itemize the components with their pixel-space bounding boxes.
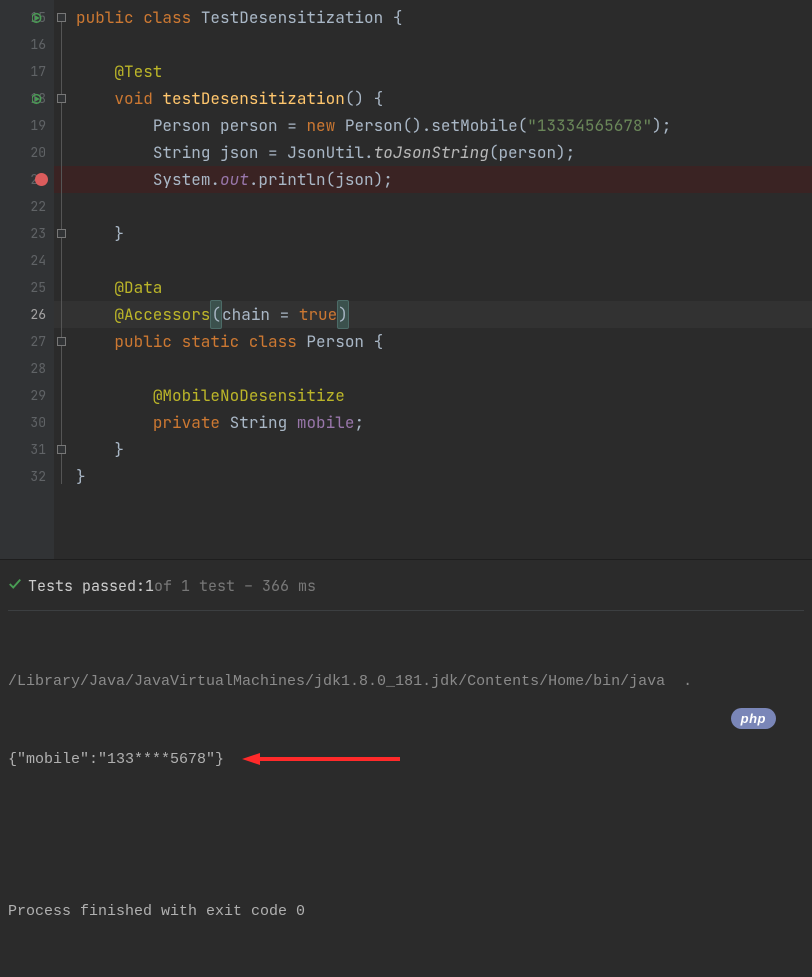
- line-number: 32: [30, 468, 46, 485]
- line-number: 27: [30, 333, 46, 350]
- fold-toggle-icon[interactable]: [57, 229, 66, 238]
- code-line[interactable]: [54, 355, 812, 382]
- code-line[interactable]: }: [54, 463, 812, 490]
- fold-toggle-icon[interactable]: [57, 337, 66, 346]
- line-number: 24: [30, 252, 46, 269]
- line-number: 20: [30, 144, 46, 161]
- code-line[interactable]: Person person = new Person().setMobile("…: [54, 112, 812, 139]
- code-line[interactable]: public static class Person {: [54, 328, 812, 355]
- code-line[interactable]: @Test: [54, 58, 812, 85]
- breakpoint-icon[interactable]: [35, 173, 48, 186]
- code-line[interactable]: }: [54, 220, 812, 247]
- code-line[interactable]: private String mobile;: [54, 409, 812, 436]
- code-line[interactable]: @MobileNoDesensitize: [54, 382, 812, 409]
- code-line[interactable]: public class TestDesensitization {: [54, 4, 812, 31]
- gutter: 15 16 17 18 19 20 21 22 23 24 25 26 27 2…: [0, 0, 54, 559]
- line-number: 25: [30, 279, 46, 296]
- run-gutter-icon[interactable]: [32, 10, 46, 24]
- code-line[interactable]: String json = JsonUtil.toJsonString(pers…: [54, 139, 812, 166]
- line-number: 31: [30, 441, 46, 458]
- line-number: 22: [30, 198, 46, 215]
- code-area[interactable]: public class TestDesensitization { @Test…: [54, 0, 812, 559]
- console-output[interactable]: /Library/Java/JavaVirtualMachines/jdk1.8…: [8, 611, 804, 977]
- run-gutter-icon[interactable]: [32, 91, 46, 105]
- code-line[interactable]: [54, 31, 812, 58]
- line-number: 29: [30, 387, 46, 404]
- code-line-caret[interactable]: @Accessors(chain = true): [54, 301, 812, 328]
- code-line[interactable]: }: [54, 436, 812, 463]
- check-icon: [8, 576, 22, 596]
- code-line-breakpoint[interactable]: System.out.println(json);: [54, 166, 812, 193]
- code-line[interactable]: [54, 247, 812, 274]
- fold-toggle-icon[interactable]: [57, 445, 66, 454]
- code-line[interactable]: [54, 193, 812, 220]
- line-number: 30: [30, 414, 46, 431]
- line-number: 16: [30, 36, 46, 53]
- fold-toggle-icon[interactable]: [57, 13, 66, 22]
- console-line: /Library/Java/JavaVirtualMachines/jdk1.8…: [8, 669, 804, 695]
- line-number: 26: [30, 306, 46, 323]
- fold-strip: [54, 4, 68, 563]
- console-line: Process finished with exit code 0: [8, 899, 804, 925]
- line-number: 28: [30, 360, 46, 377]
- test-status-count: 1: [145, 576, 154, 596]
- annotation-arrow-icon: [242, 750, 402, 768]
- test-status-bar: Tests passed: 1 of 1 test – 366 ms: [8, 570, 804, 611]
- line-number: 23: [30, 225, 46, 242]
- test-status-label: Tests passed:: [28, 576, 145, 596]
- code-line[interactable]: @Data: [54, 274, 812, 301]
- fold-toggle-icon[interactable]: [57, 94, 66, 103]
- php-badge: php: [731, 708, 776, 729]
- line-number: 17: [30, 63, 46, 80]
- run-panel: Tests passed: 1 of 1 test – 366 ms /Libr…: [0, 560, 812, 751]
- test-status-detail: of 1 test – 366 ms: [154, 576, 316, 596]
- line-number: 19: [30, 117, 46, 134]
- code-line[interactable]: void testDesensitization() {: [54, 85, 812, 112]
- code-editor[interactable]: 15 16 17 18 19 20 21 22 23 24 25 26 27 2…: [0, 0, 812, 560]
